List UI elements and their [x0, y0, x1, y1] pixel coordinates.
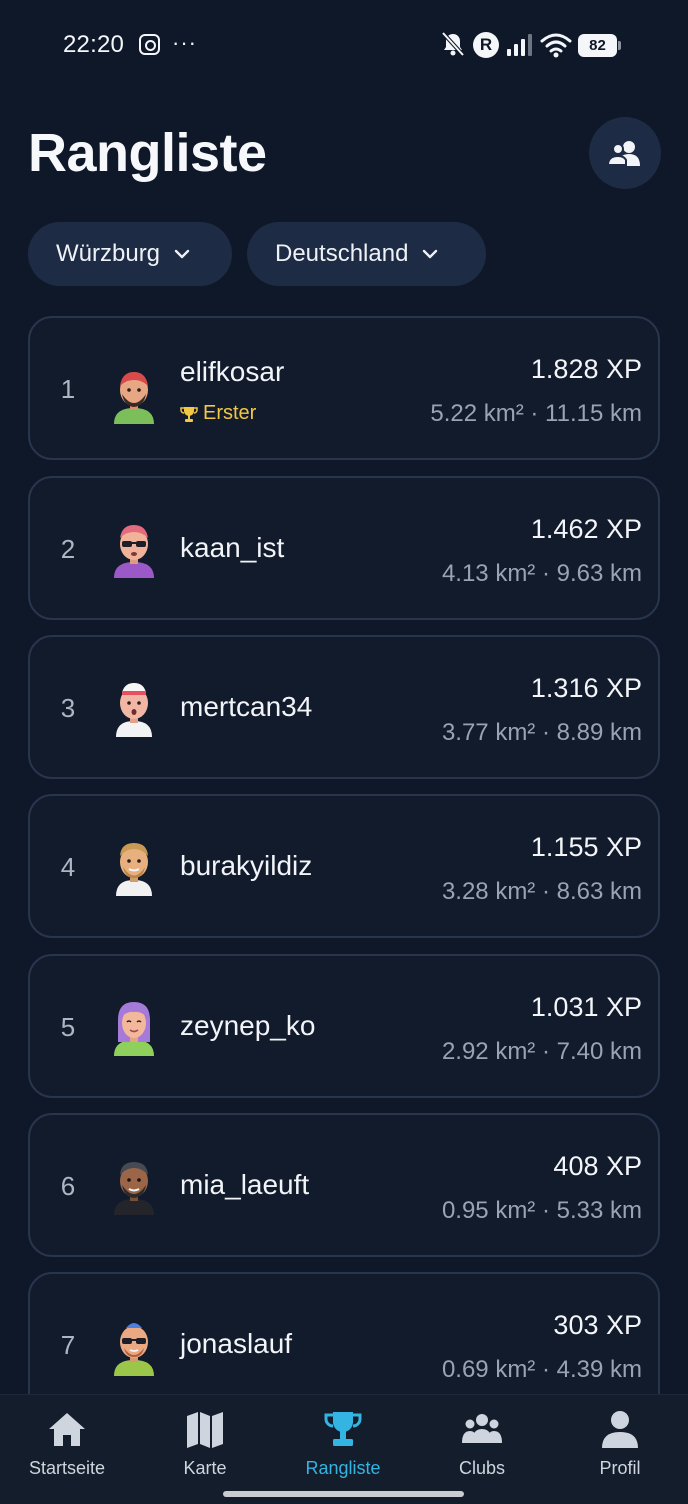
badge-label: Erster	[203, 402, 257, 424]
xp-value: 1.316 XP	[530, 673, 642, 703]
home-icon	[49, 1413, 85, 1446]
rank-number: 3	[60, 693, 76, 723]
avatar	[114, 1002, 154, 1056]
stats-value: 0.95 km² · 5.33 km	[441, 1197, 642, 1224]
leaderboard-row[interactable]: 6 mia_laeuft 408 XP 0.95 km² · 5.33 km	[28, 1113, 660, 1257]
rank-number: 6	[60, 1171, 76, 1201]
nav-label: Karte	[183, 1458, 227, 1478]
chevron-down-icon	[174, 249, 190, 259]
chevron-down-icon	[423, 249, 438, 259]
leaderboard-list[interactable]: 1 elifkosar Erster 1.828 XP 5.22 km² · 1…	[0, 0, 688, 1394]
xp-value: 1.828 XP	[530, 354, 642, 384]
city-filter-label: Würzburg	[56, 240, 161, 267]
rank-number: 2	[60, 534, 76, 564]
leaderboard-row[interactable]: 3 mertcan34 1.316 XP 3.77 km² · 8.89 km	[28, 635, 660, 779]
rank-number: 1	[60, 374, 76, 404]
person-icon	[602, 1411, 638, 1448]
leaderboard-row[interactable]: 4 burakyildiz 1.155 XP 3.28 km² · 8.63 k…	[28, 794, 660, 938]
avatar	[116, 683, 152, 737]
trophy-icon	[324, 1412, 362, 1446]
xp-value: 408 XP	[553, 1151, 642, 1181]
stats-value: 4.13 km² · 9.63 km	[441, 560, 642, 587]
leaderboard-row[interactable]: 1 elifkosar Erster 1.828 XP 5.22 km² · 1…	[28, 316, 660, 460]
nav-item-profil[interactable]: Profil	[560, 1395, 680, 1504]
stats-value: 3.28 km² · 8.63 km	[441, 878, 642, 905]
first-place-badge: Erster	[180, 402, 256, 425]
country-filter-label: Deutschland	[275, 240, 409, 267]
city-filter-dropdown[interactable]: Würzburg	[28, 222, 232, 286]
username: jonaslauf	[180, 1328, 293, 1359]
users-icon	[608, 141, 640, 166]
page-title: Rangliste	[28, 123, 267, 183]
leaderboard-screen: 22:20 ··· R 82 1 elifkosar Erster 1.828 …	[0, 0, 688, 1504]
friends-button[interactable]	[589, 117, 661, 189]
nav-item-clubs[interactable]: Clubs	[422, 1395, 542, 1504]
group-icon	[462, 1414, 502, 1443]
avatar	[114, 1323, 154, 1376]
nav-item-karte[interactable]: Karte	[145, 1395, 265, 1504]
nav-label: Profil	[599, 1458, 641, 1478]
leaderboard-row[interactable]: 2 kaan_ist 1.462 XP 4.13 km² · 9.63 km	[28, 476, 660, 620]
xp-value: 1.155 XP	[530, 832, 642, 862]
avatar	[116, 843, 152, 896]
stats-value: 5.22 km² · 11.15 km	[430, 400, 642, 427]
home-indicator[interactable]	[223, 1491, 464, 1497]
username: burakyildiz	[180, 850, 313, 881]
nav-label: Startseite	[28, 1458, 106, 1478]
nav-item-rangliste[interactable]: Rangliste	[283, 1395, 403, 1504]
stats-value: 0.69 km² · 4.39 km	[441, 1356, 642, 1383]
map-icon	[187, 1412, 223, 1448]
username: mertcan34	[180, 691, 313, 722]
avatar	[114, 525, 154, 578]
nav-label: Rangliste	[305, 1458, 381, 1478]
username: zeynep_ko	[180, 1010, 316, 1041]
username: kaan_ist	[180, 532, 285, 563]
leaderboard-row[interactable]: 5 zeynep_ko 1.031 XP 2.92 km² · 7.40 km	[28, 954, 660, 1098]
bottom-navigation: Startseite Karte Rangliste Clubs Profil	[0, 1394, 688, 1504]
avatar	[114, 1162, 154, 1215]
stats-value: 2.92 km² · 7.40 km	[441, 1038, 642, 1065]
username: mia_laeuft	[180, 1169, 310, 1200]
nav-item-startseite[interactable]: Startseite	[7, 1395, 127, 1504]
stats-value: 3.77 km² · 8.89 km	[441, 719, 642, 746]
nav-label: Clubs	[458, 1458, 506, 1478]
avatar	[114, 372, 154, 424]
country-filter-dropdown[interactable]: Deutschland	[247, 222, 486, 286]
rank-number: 4	[60, 852, 76, 882]
leaderboard-row[interactable]: 7 jonaslauf 303 XP 0.69 km² · 4.39 km	[28, 1272, 660, 1394]
username: elifkosar	[180, 356, 285, 387]
rank-number: 5	[60, 1012, 76, 1042]
xp-value: 1.462 XP	[530, 514, 642, 544]
xp-value: 303 XP	[553, 1310, 642, 1340]
trophy-icon	[180, 406, 198, 422]
rank-number: 7	[60, 1330, 76, 1360]
xp-value: 1.031 XP	[530, 992, 642, 1022]
